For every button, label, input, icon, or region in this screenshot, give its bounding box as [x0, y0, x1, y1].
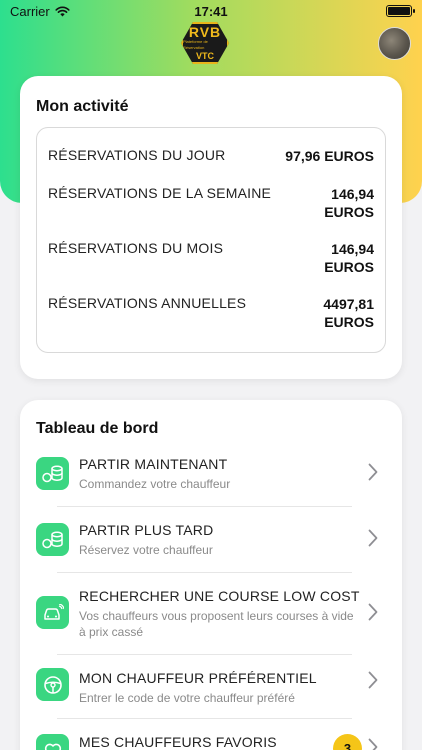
menu-item-title: PARTIR PLUS TARD: [79, 522, 214, 538]
stat-value: 146,94 EUROS: [324, 186, 374, 220]
logo-hexagon: RVB Plateforme de Réservation VTC: [181, 22, 229, 64]
stat-row-month: RÉSERVATIONS DU MOIS 146,94 EUROS: [48, 240, 374, 276]
activity-title: Mon activité: [36, 98, 129, 115]
menu-item-partir-maintenant[interactable]: PARTIR MAINTENANT Commandez votre chauff…: [20, 452, 402, 508]
divider: [57, 506, 352, 507]
divider: [57, 572, 352, 573]
chevron-right-icon: [368, 463, 378, 481]
car-signal-icon: [36, 596, 69, 629]
user-avatar[interactable]: [378, 27, 411, 60]
stat-label: RÉSERVATIONS ANNUELLES: [48, 295, 247, 311]
activity-card: Mon activité RÉSERVATIONS DU JOUR 97,96 …: [20, 76, 402, 379]
status-bar: Carrier 17:41: [0, 0, 422, 22]
chevron-right-icon: [368, 603, 378, 621]
menu-item-title: RECHERCHER UNE COURSE LOW COST: [79, 588, 360, 604]
menu-item-chauffeurs-favoris[interactable]: MES CHAUFFEURS FAVORIS 3: [20, 730, 402, 750]
status-time: 17:41: [194, 3, 228, 19]
chevron-right-icon: [368, 738, 378, 750]
app-logo: RVB Plateforme de Réservation VTC: [181, 22, 229, 64]
menu-item-title: PARTIR MAINTENANT: [79, 456, 228, 472]
stat-label: RÉSERVATIONS DU JOUR: [48, 147, 226, 163]
coins-car-icon: [36, 457, 69, 490]
steering-wheel-icon: [36, 668, 69, 701]
menu-item-partir-plus-tard[interactable]: PARTIR PLUS TARD Réservez votre chauffeu…: [20, 518, 402, 574]
menu-item-title: MES CHAUFFEURS FAVORIS: [79, 734, 277, 750]
activity-stats-box: RÉSERVATIONS DU JOUR 97,96 EUROS RÉSERVA…: [36, 127, 386, 353]
menu-item-subtitle: Entrer le code de votre chauffeur préfér…: [79, 691, 295, 705]
menu-item-subtitle: Commandez votre chauffeur: [79, 477, 231, 491]
dashboard-card: Tableau de bord PARTIR MAINTENANT Comman…: [20, 400, 402, 750]
menu-item-chauffeur-preferentiel[interactable]: MON CHAUFFEUR PRÉFÉRENTIEL Entrer le cod…: [20, 666, 402, 722]
divider: [57, 654, 352, 655]
stat-label: RÉSERVATIONS DE LA SEMAINE: [48, 185, 272, 201]
favorites-count-badge: 3: [333, 734, 362, 750]
stat-row-day: RÉSERVATIONS DU JOUR 97,96 EUROS: [48, 147, 374, 165]
menu-item-title: MON CHAUFFEUR PRÉFÉRENTIEL: [79, 670, 317, 686]
stat-label: RÉSERVATIONS DU MOIS: [48, 240, 224, 256]
stat-row-week: RÉSERVATIONS DE LA SEMAINE 146,94 EUROS: [48, 185, 374, 221]
dashboard-title: Tableau de bord: [36, 420, 159, 437]
divider: [57, 718, 352, 719]
stat-value: 97,96 EUROS: [285, 148, 374, 164]
stat-value: 146,94 EUROS: [324, 241, 374, 275]
menu-item-course-low-cost[interactable]: RECHERCHER UNE COURSE LOW COST Vos chauf…: [20, 584, 402, 648]
chevron-right-icon: [368, 671, 378, 689]
chevron-right-icon: [368, 529, 378, 547]
menu-item-subtitle: Réservez votre chauffeur: [79, 543, 213, 557]
logo-text-middle: Plateforme de Réservation: [183, 39, 208, 50]
coins-car-icon: [36, 523, 69, 556]
stat-row-year: RÉSERVATIONS ANNUELLES 4497,81 EUROS: [48, 295, 374, 331]
logo-text-top: RVB: [188, 24, 222, 40]
logo-text-bottom: VTC: [196, 51, 214, 61]
menu-item-subtitle: Vos chauffeurs vous proposent leurs cour…: [79, 609, 354, 639]
battery-icon: [386, 5, 415, 17]
stat-value: 4497,81 EUROS: [323, 296, 374, 330]
heart-icon: [36, 734, 69, 750]
